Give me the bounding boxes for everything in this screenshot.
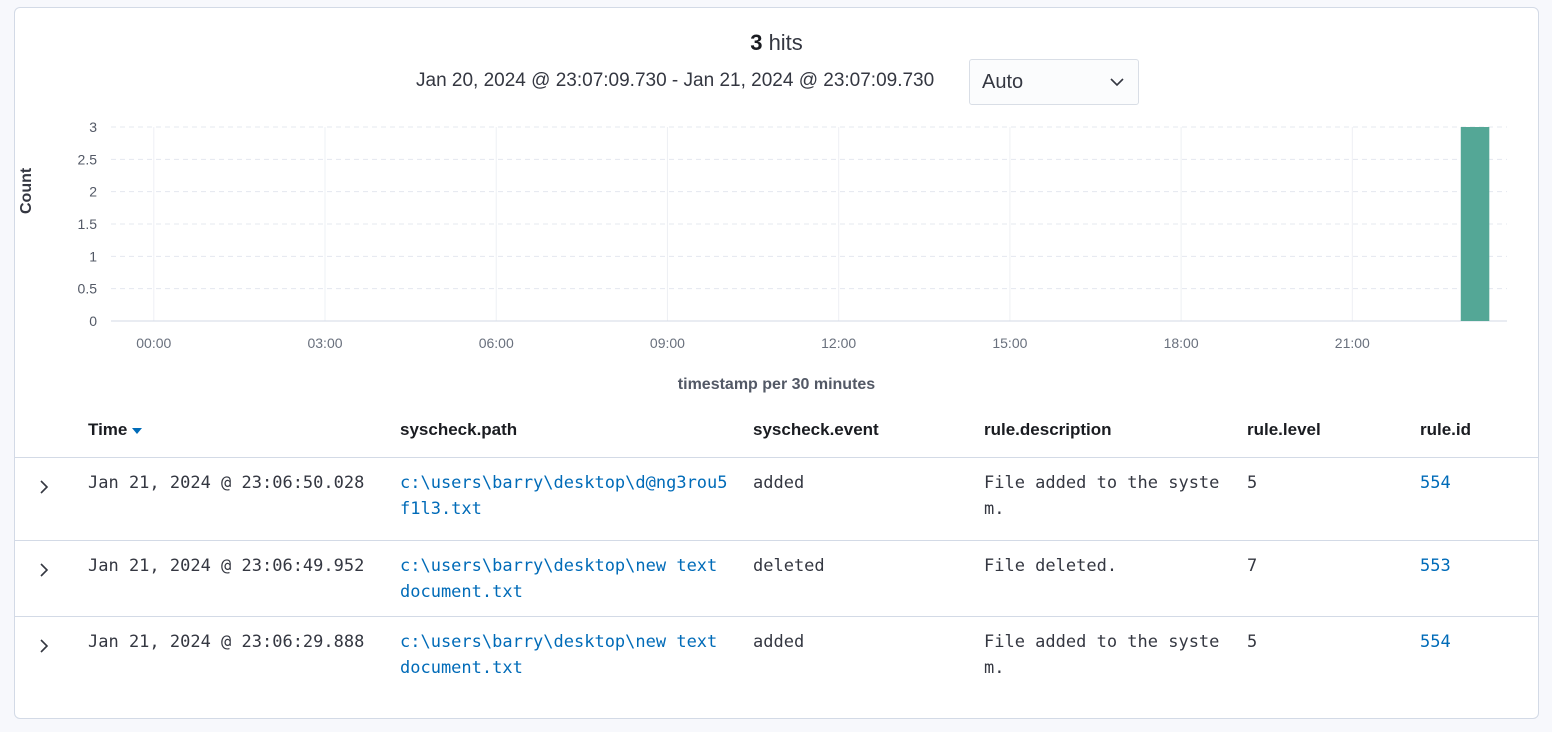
sort-descending-icon[interactable] xyxy=(131,427,143,435)
cell-syscheck-event: added xyxy=(753,632,805,652)
cell-rule-level: 5 xyxy=(1247,473,1258,493)
cell-rule-description: File deleted. xyxy=(984,556,1118,576)
x-tick-label: 06:00 xyxy=(479,335,514,351)
cell-syscheck-event: deleted xyxy=(753,556,825,576)
histogram-bar xyxy=(1460,127,1490,321)
table-row: Jan 21, 2024 @ 23:06:50.028 c:\users\bar… xyxy=(15,458,1538,541)
y-tick-label: 1.5 xyxy=(78,216,98,232)
cell-rule-level: 5 xyxy=(1247,632,1258,652)
hits-counter: 3 hits xyxy=(15,30,1538,56)
x-tick-label: 18:00 xyxy=(1164,335,1199,351)
x-tick-label: 12:00 xyxy=(821,335,856,351)
cell-rule-description: File added to the system. xyxy=(984,632,1220,678)
cell-syscheck-path[interactable]: c:\users\barry\desktop\d@ng3rou5f1l3.txt xyxy=(400,470,730,522)
histogram-chart[interactable]: 0 0.5 1 1.5 2 2.5 3 00:00 03:00 06:00 09:00 12:00 15… xyxy=(15,108,1540,351)
y-tick-label: 2.5 xyxy=(78,151,98,167)
column-header-rule-description[interactable]: rule.description xyxy=(984,420,1112,440)
cell-time: Jan 21, 2024 @ 23:06:29.888 xyxy=(88,632,365,652)
hits-label: hits xyxy=(768,30,803,55)
y-tick-label: 1 xyxy=(89,248,97,264)
x-tick-label: 21:00 xyxy=(1335,335,1370,351)
table-header: Time syscheck.path syscheck.event rule.d… xyxy=(15,420,1538,458)
x-axis-title: timestamp per 30 minutes xyxy=(677,376,876,393)
cell-rule-id[interactable]: 553 xyxy=(1420,553,1520,579)
table-row: Jan 21, 2024 @ 23:06:49.952 c:\users\bar… xyxy=(15,541,1538,617)
y-tick-label: 2 xyxy=(89,184,97,200)
chevron-right-icon[interactable] xyxy=(37,562,51,578)
x-tick-label: 03:00 xyxy=(307,335,342,351)
cell-time: Jan 21, 2024 @ 23:06:49.952 xyxy=(88,556,365,576)
time-range-label: Jan 20, 2024 @ 23:07:09.730 - Jan 21, 20… xyxy=(416,70,935,91)
interval-value: Auto xyxy=(982,71,1024,93)
x-tick-label: 15:00 xyxy=(992,335,1027,351)
column-header-syscheck-path[interactable]: syscheck.path xyxy=(400,420,517,440)
cell-rule-level: 7 xyxy=(1247,556,1258,576)
cell-time: Jan 21, 2024 @ 23:06:50.028 xyxy=(88,473,365,493)
column-header-syscheck-event[interactable]: syscheck.event xyxy=(753,420,879,440)
y-tick-label: 0 xyxy=(89,313,97,329)
discover-panel: 3 hits Jan 20, 2024 @ 23:07:09.730 - Jan… xyxy=(14,7,1539,719)
interval-select[interactable]: Auto xyxy=(969,59,1139,105)
table-row: Jan 21, 2024 @ 23:06:29.888 c:\users\bar… xyxy=(15,617,1538,699)
column-header-rule-level[interactable]: rule.level xyxy=(1247,420,1321,440)
cell-syscheck-event: added xyxy=(753,473,805,493)
cell-syscheck-path[interactable]: c:\users\barry\desktop\new text document… xyxy=(400,553,730,605)
x-tick-label: 09:00 xyxy=(650,335,685,351)
column-header-rule-id[interactable]: rule.id xyxy=(1420,420,1471,440)
x-tick-label: 00:00 xyxy=(136,335,171,351)
chevron-right-icon[interactable] xyxy=(37,638,51,654)
cell-rule-description: File added to the system. xyxy=(984,473,1220,519)
cell-syscheck-path[interactable]: c:\users\barry\desktop\new text document… xyxy=(400,629,730,681)
cell-rule-id[interactable]: 554 xyxy=(1420,470,1520,496)
column-header-time[interactable]: Time xyxy=(88,420,143,440)
cell-rule-id[interactable]: 554 xyxy=(1420,629,1520,655)
y-tick-label: 0.5 xyxy=(78,281,98,297)
chevron-right-icon[interactable] xyxy=(37,479,51,495)
y-tick-label: 3 xyxy=(89,119,97,135)
hits-count: 3 xyxy=(750,30,763,55)
chevron-down-icon xyxy=(1110,78,1124,87)
y-axis-title: Count xyxy=(18,167,35,214)
